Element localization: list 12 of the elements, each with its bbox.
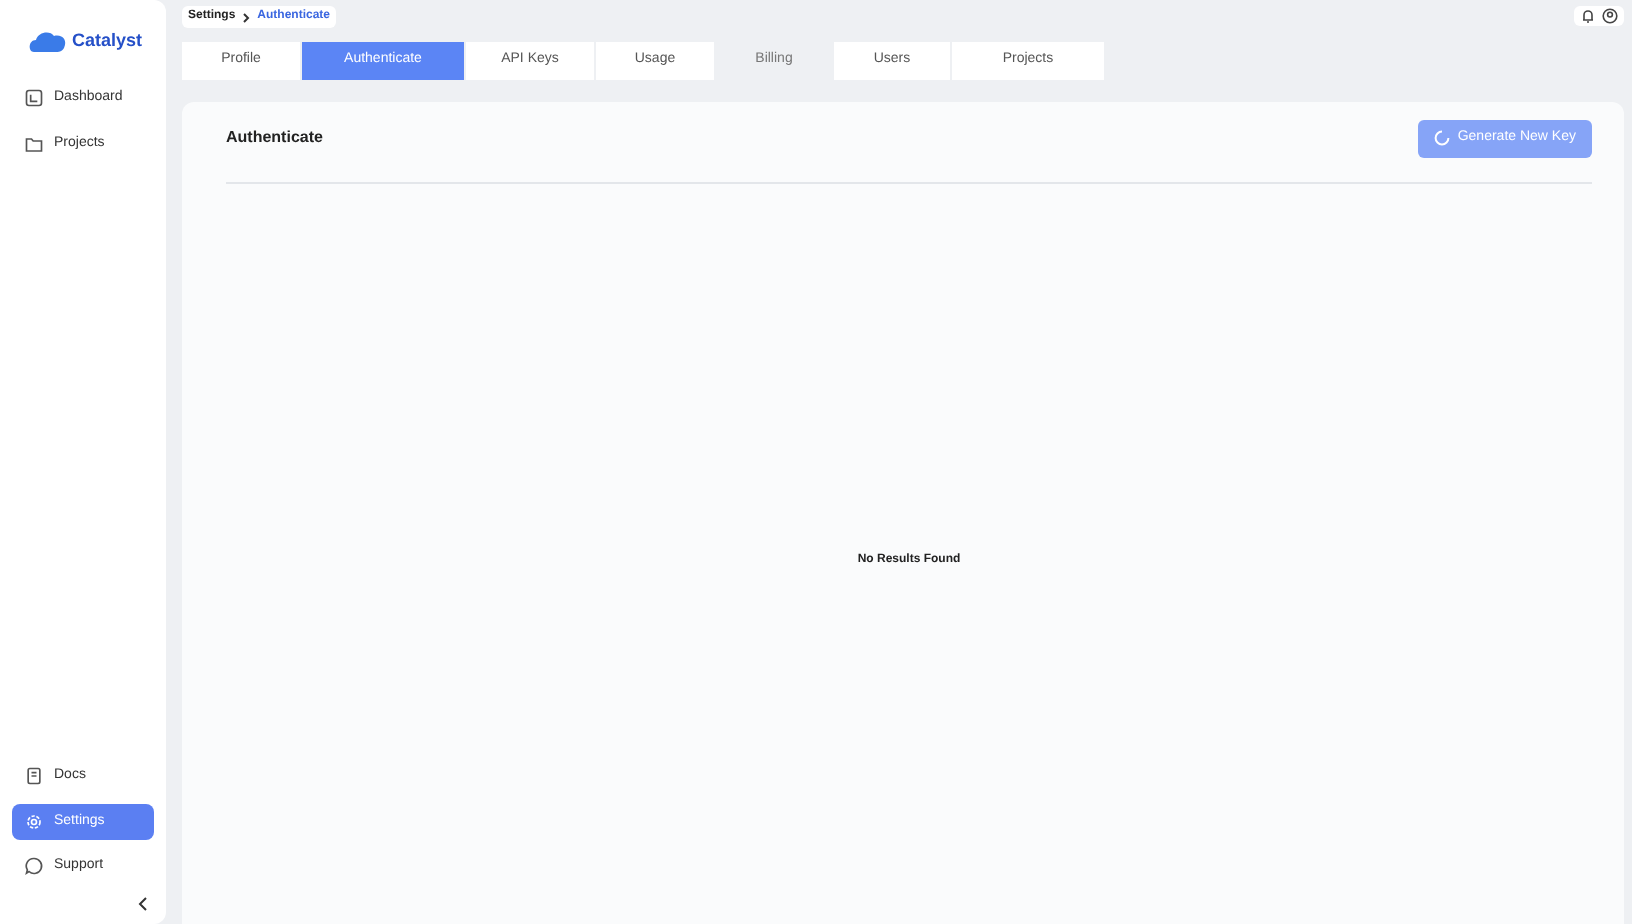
spinner-icon [1433, 130, 1450, 147]
bell-icon[interactable] [1580, 8, 1596, 24]
panel-title: Authenticate [226, 126, 323, 151]
user-icon[interactable] [1602, 8, 1618, 24]
cloud-logo-icon [28, 28, 68, 56]
settings-icon [24, 811, 44, 832]
folder-icon [24, 133, 44, 154]
logo-text: Catalyst [72, 28, 143, 55]
chevron-right-icon [241, 11, 252, 23]
chat-icon [24, 856, 44, 877]
dashboard-icon [24, 88, 44, 109]
document-icon [24, 766, 44, 787]
